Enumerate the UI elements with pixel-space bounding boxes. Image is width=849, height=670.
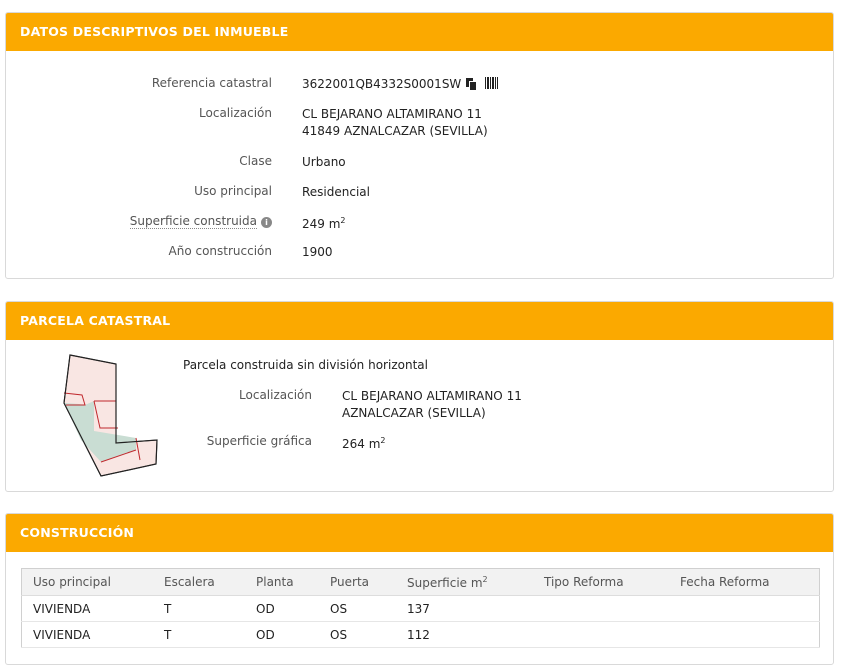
uso-label: Uso principal [194, 184, 272, 198]
col-tipo-reforma: Tipo Reforma [533, 568, 669, 596]
parcela-superficie-value: 264 m [342, 437, 381, 451]
clase-label: Clase [239, 154, 272, 168]
col-fecha-reforma: Fecha Reforma [669, 568, 820, 596]
uso-value: Residencial [302, 185, 370, 199]
construccion-panel: CONSTRUCCIÓN Uso principal Escalera Plan… [5, 513, 834, 665]
superficie-value-group: 249 m2 [302, 212, 346, 233]
cell-planta: OD [245, 595, 319, 622]
col-superficie: Superficie m [407, 575, 483, 590]
cell-escalera: T [153, 621, 245, 648]
datos-panel-title: DATOS DESCRIPTIVOS DEL INMUEBLE [6, 13, 833, 51]
cell-fecha-reforma [669, 621, 820, 648]
localizacion-line2: 41849 AZNALCAZAR (SEVILLA) [302, 124, 488, 138]
parcela-localizacion-label: Localización [239, 388, 312, 402]
referencia-value-group: 3622001QB4332S0001SW [302, 76, 499, 93]
cell-uso: VIVIENDA [21, 621, 153, 648]
cell-escalera: T [153, 595, 245, 622]
localizacion-value: CL BEJARANO ALTAMIRANO 11 41849 AZNALCAZ… [302, 106, 488, 140]
anio-label: Año construcción [168, 244, 273, 258]
superficie-label: Superficie construida [129, 214, 257, 229]
cell-fecha-reforma [669, 595, 820, 622]
cell-tipo-reforma [533, 621, 669, 648]
table-row: VIVIENDA T OD OS 112 [21, 621, 820, 648]
barcode-icon[interactable] [485, 77, 499, 89]
col-superficie-exp: 2 [482, 574, 488, 584]
col-escalera: Escalera [153, 568, 245, 596]
table-row: VIVIENDA T OD OS 137 [21, 595, 820, 622]
col-superficie-group: Superficie m2 [396, 568, 533, 596]
superficie-exp: 2 [340, 216, 346, 225]
localizacion-line1: CL BEJARANO ALTAMIRANO 11 [302, 107, 482, 121]
parcel-map[interactable] [56, 350, 166, 480]
superficie-label-group: Superficie construida i [26, 214, 272, 229]
table-header-row: Uso principal Escalera Planta Puerta Sup… [21, 568, 820, 596]
parcela-localizacion-value: CL BEJARANO ALTAMIRANO 11 AZNALCAZAR (SE… [342, 388, 522, 422]
parcela-superficie-label: Superficie gráfica [206, 434, 312, 448]
parcela-description: Parcela construida sin división horizont… [183, 358, 428, 372]
cell-tipo-reforma [533, 595, 669, 622]
parcela-superficie-group: 264 m2 [342, 432, 386, 453]
cell-puerta: OS [319, 621, 396, 648]
cell-superficie: 112 [396, 621, 533, 648]
localizacion-label: Localización [199, 106, 272, 120]
cell-uso: VIVIENDA [21, 595, 153, 622]
construccion-table: Uso principal Escalera Planta Puerta Sup… [21, 568, 820, 648]
copy-icon[interactable] [466, 78, 477, 90]
col-planta: Planta [245, 568, 319, 596]
parcela-panel-title: PARCELA CATASTRAL [6, 302, 833, 340]
parcela-localizacion-line1: CL BEJARANO ALTAMIRANO 11 [342, 389, 522, 403]
cell-puerta: OS [319, 595, 396, 622]
clase-value: Urbano [302, 155, 346, 169]
referencia-value: 3622001QB4332S0001SW [302, 77, 462, 91]
cell-planta: OD [245, 621, 319, 648]
parcela-panel: PARCELA CATASTRAL Parcela construida sin… [5, 301, 834, 492]
referencia-label: Referencia catastral [151, 76, 272, 90]
col-uso: Uso principal [21, 568, 153, 596]
datos-panel: DATOS DESCRIPTIVOS DEL INMUEBLE Referenc… [5, 12, 834, 279]
construccion-panel-title: CONSTRUCCIÓN [6, 514, 833, 552]
info-icon[interactable]: i [261, 217, 272, 228]
parcela-localizacion-line2: AZNALCAZAR (SEVILLA) [342, 406, 486, 420]
cell-superficie: 137 [396, 595, 533, 622]
col-puerta: Puerta [319, 568, 396, 596]
anio-value: 1900 [302, 245, 333, 259]
superficie-value: 249 m [302, 217, 341, 231]
parcela-superficie-exp: 2 [380, 436, 386, 445]
